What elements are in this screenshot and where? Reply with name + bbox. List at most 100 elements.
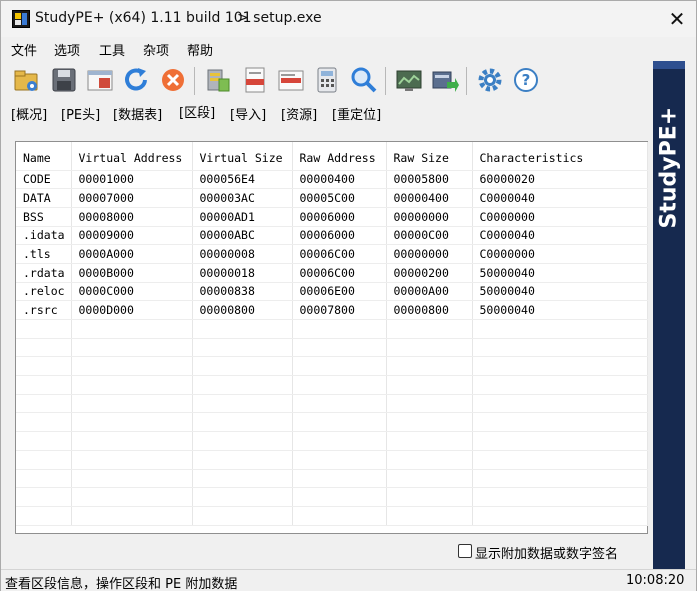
sections-panel: Name Virtual Address Virtual Size Raw Ad… bbox=[15, 141, 648, 534]
table-cell bbox=[16, 394, 72, 414]
table-row[interactable]: .idata 00009000 00000ABC 00006000 00000C00 C0… bbox=[16, 226, 648, 246]
status-time: 10:08:20 bbox=[626, 573, 685, 588]
table-cell bbox=[292, 375, 387, 395]
table-row-empty bbox=[16, 469, 648, 489]
table-row[interactable]: BSS 00008000 00000AD1 00006000 00000000 C0000… bbox=[16, 207, 648, 227]
title-bar: StudyPE+ (x64) 1.11 build 101 > setup.ex… bbox=[1, 1, 696, 37]
window-icon[interactable] bbox=[85, 65, 115, 95]
tab-resources[interactable]: [资源] bbox=[281, 104, 317, 123]
tab-relocations[interactable]: [重定位] bbox=[332, 104, 381, 123]
tab-overview[interactable]: [概况] bbox=[11, 104, 47, 123]
table-cell: 000056E4 bbox=[192, 170, 293, 190]
column-header-raw-size[interactable]: Raw Size bbox=[386, 142, 473, 171]
table-cell bbox=[472, 356, 648, 377]
monitor-icon[interactable] bbox=[394, 65, 424, 95]
table-cell: CODE bbox=[16, 170, 72, 190]
menu-tools[interactable]: 工具 bbox=[99, 40, 125, 59]
svg-text:?: ? bbox=[522, 71, 531, 89]
table-cell: 50000040 bbox=[472, 263, 648, 283]
table-cell bbox=[472, 394, 648, 414]
database-icon[interactable] bbox=[203, 65, 233, 95]
table-cell bbox=[386, 412, 473, 433]
menu-file[interactable]: 文件 bbox=[11, 40, 37, 59]
table-cell bbox=[472, 469, 648, 489]
open-file-icon[interactable] bbox=[12, 65, 42, 95]
table-cell: .reloc bbox=[16, 282, 72, 302]
table-cell: 00009000 bbox=[71, 226, 193, 246]
table-cell bbox=[292, 412, 387, 433]
table-cell bbox=[386, 394, 473, 414]
table-cell bbox=[71, 506, 193, 526]
table-cell: 0000C000 bbox=[71, 282, 193, 302]
column-header-virtual-address[interactable]: Virtual Address bbox=[71, 142, 193, 171]
refresh-icon[interactable] bbox=[121, 65, 151, 95]
table-cell bbox=[472, 506, 648, 526]
save-icon[interactable] bbox=[49, 65, 79, 95]
table-cell bbox=[16, 450, 72, 470]
table-cell: 0000B000 bbox=[71, 263, 193, 283]
table-cell bbox=[386, 487, 473, 507]
tab-imports[interactable]: [导入] bbox=[230, 104, 266, 123]
table-cell bbox=[71, 356, 193, 377]
column-header-name[interactable]: Name bbox=[16, 142, 72, 171]
menu-options[interactable]: 选项 bbox=[54, 40, 80, 59]
overlay-checkbox-label[interactable]: 显示附加数据或数字签名 bbox=[475, 543, 618, 562]
close-window-button[interactable]: ✕ bbox=[657, 1, 697, 37]
menu-bar: 文件 选项 工具 杂项 帮助 bbox=[1, 37, 696, 61]
table-cell: 00006000 bbox=[292, 207, 387, 227]
table-cell bbox=[71, 431, 193, 451]
table-cell bbox=[192, 412, 293, 433]
window-file-name: > setup.exe bbox=[237, 10, 322, 26]
asm-file-icon[interactable] bbox=[240, 65, 270, 95]
sections-table: Name Virtual Address Virtual Size Raw Ad… bbox=[16, 142, 648, 526]
table-cell: 00000008 bbox=[192, 244, 293, 264]
toolbar: ? bbox=[1, 61, 653, 101]
column-header-raw-address[interactable]: Raw Address bbox=[292, 142, 387, 171]
table-row[interactable]: DATA 00007000 000003AC 00005C00 00000400 C000… bbox=[16, 188, 648, 208]
table-cell: 00007800 bbox=[292, 300, 387, 320]
table-cell bbox=[192, 394, 293, 414]
table-row[interactable]: .rsrc 0000D000 00000800 00007800 00000800 500… bbox=[16, 300, 648, 320]
table-cell: C0000040 bbox=[472, 188, 648, 208]
table-row[interactable]: .tls 0000A000 00000008 00006C00 00000000 C000… bbox=[16, 244, 648, 264]
tab-sections[interactable]: [区段] bbox=[179, 102, 215, 121]
calculator-icon[interactable] bbox=[312, 65, 342, 95]
tab-pe-header[interactable]: [PE头] bbox=[61, 104, 100, 123]
table-cell: 60000020 bbox=[472, 170, 648, 190]
column-header-virtual-size[interactable]: Virtual Size bbox=[192, 142, 293, 171]
close-circle-icon[interactable] bbox=[158, 65, 188, 95]
text-file-icon[interactable] bbox=[276, 65, 306, 95]
table-cell bbox=[386, 431, 473, 451]
table-cell bbox=[16, 356, 72, 377]
tab-data-directories[interactable]: [数据表] bbox=[113, 104, 162, 123]
table-row-empty bbox=[16, 487, 648, 507]
table-cell: 00005C00 bbox=[292, 188, 387, 208]
table-cell: 00008000 bbox=[71, 207, 193, 227]
table-cell: C0000000 bbox=[472, 207, 648, 227]
window-title: StudyPE+ (x64) 1.11 build 101 bbox=[35, 10, 252, 26]
menu-help[interactable]: 帮助 bbox=[187, 40, 213, 59]
table-cell bbox=[292, 506, 387, 526]
table-cell bbox=[71, 319, 193, 339]
help-icon[interactable]: ? bbox=[511, 65, 541, 95]
menu-misc[interactable]: 杂项 bbox=[143, 40, 169, 59]
overlay-checkbox[interactable] bbox=[458, 544, 472, 558]
export-icon[interactable] bbox=[430, 65, 460, 95]
toolbar-separator bbox=[385, 67, 386, 95]
table-cell bbox=[192, 375, 293, 395]
magnifier-icon[interactable] bbox=[349, 65, 379, 95]
table-cell bbox=[386, 506, 473, 526]
table-cell bbox=[192, 338, 293, 358]
table-row[interactable]: CODE 00001000 000056E4 00000400 00005800 6000… bbox=[16, 170, 648, 190]
table-row[interactable]: .rdata 0000B000 00000018 00006C00 00000200 50… bbox=[16, 263, 648, 283]
column-header-characteristics[interactable]: Characteristics bbox=[472, 142, 648, 171]
table-cell: 50000040 bbox=[472, 300, 648, 320]
table-cell bbox=[472, 431, 648, 451]
table-cell bbox=[192, 431, 293, 451]
table-cell bbox=[71, 338, 193, 358]
table-row[interactable]: .reloc 0000C000 00000838 00006E00 00000A00 50… bbox=[16, 282, 648, 302]
table-cell bbox=[16, 412, 72, 433]
table-cell: 00000400 bbox=[386, 188, 473, 208]
gear-icon[interactable] bbox=[475, 65, 505, 95]
table-cell: 00000838 bbox=[192, 282, 293, 302]
